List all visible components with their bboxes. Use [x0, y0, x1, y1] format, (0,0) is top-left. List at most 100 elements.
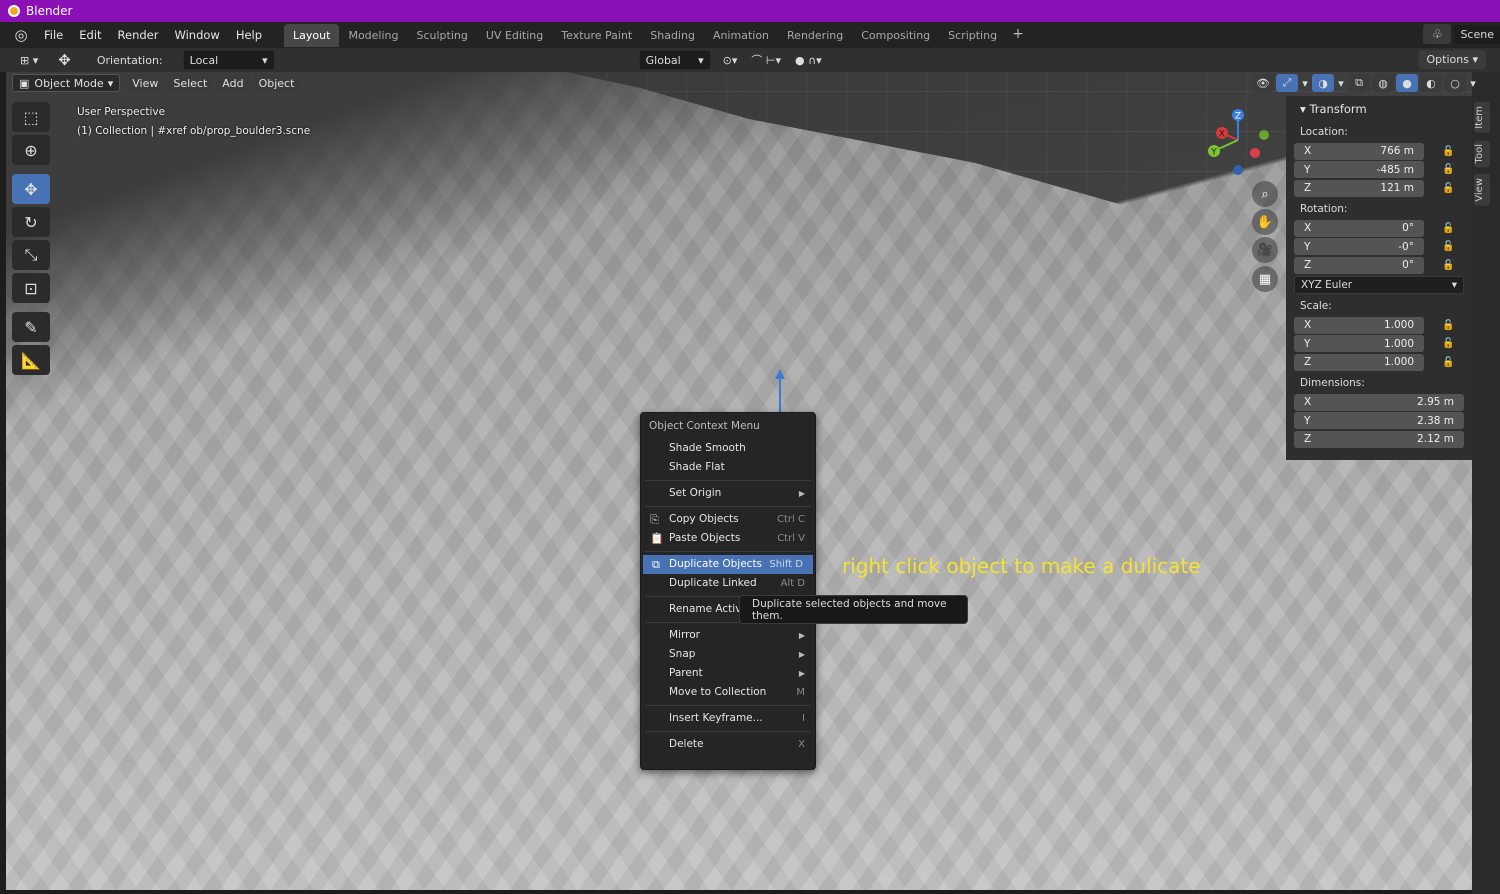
scale-z-field[interactable]: Z 1.000 [1294, 353, 1424, 371]
pan-hand-icon[interactable]: ✋ [1252, 209, 1278, 235]
location-x-field[interactable]: X 766 m [1294, 142, 1424, 160]
sidebar-tab-item[interactable]: Item [1474, 102, 1490, 133]
dimensions-z-field[interactable]: Z 2.12 m [1294, 430, 1464, 448]
menu-help[interactable]: Help [228, 28, 270, 42]
tab-sculpting[interactable]: Sculpting [408, 24, 477, 47]
blender-menu-icon[interactable]: ◎ [10, 24, 32, 46]
transform-title[interactable]: ▾ Transform [1300, 102, 1464, 116]
lock-icon[interactable]: 🔓 [1442, 260, 1456, 271]
lock-icon[interactable]: 🔓 [1442, 164, 1456, 175]
gizmo-toggle-icon[interactable]: ⤢ [1276, 74, 1298, 92]
menu-view[interactable]: View [126, 74, 165, 92]
menu-window[interactable]: Window [166, 28, 227, 42]
camera-icon[interactable]: 🎥 [1252, 237, 1278, 263]
lock-icon[interactable]: 🔓 [1442, 338, 1456, 349]
lock-icon[interactable]: 🔓 [1442, 223, 1456, 234]
location-z-field[interactable]: Z 121 m [1294, 179, 1424, 197]
scene-name[interactable]: Scene [1454, 24, 1500, 44]
menu-select[interactable]: Select [167, 74, 214, 92]
transform-icon[interactable]: ⊡ [12, 273, 50, 303]
tab-compositing[interactable]: Compositing [852, 24, 939, 47]
menu-edit[interactable]: Edit [71, 28, 109, 42]
proportional-editing-icon[interactable]: ● ∩▾ [789, 50, 828, 70]
rotation-x-field[interactable]: X 0° [1294, 219, 1424, 237]
chevron-down-icon[interactable]: ▾ [1336, 74, 1346, 92]
add-workspace-button[interactable]: + [1006, 24, 1030, 47]
menu-add[interactable]: Add [216, 74, 250, 92]
solid-shading-icon[interactable]: ● [1396, 74, 1418, 92]
dimensions-y-field[interactable]: Y 2.38 m [1294, 412, 1464, 429]
tab-modeling[interactable]: Modeling [339, 24, 407, 47]
menu-item-set-origin[interactable]: Set Origin ▶ [641, 484, 815, 503]
zoom-icon[interactable]: ⌕ [1252, 181, 1278, 207]
chevron-down-icon[interactable]: ▾ [1468, 74, 1478, 92]
pivot-point-icon[interactable]: ⊙▾ [717, 50, 744, 70]
gizmo-neg-y[interactable] [1259, 130, 1269, 140]
snap-icon[interactable]: ⌒ ⊢▾ [745, 50, 787, 70]
menu-item-delete[interactable]: Delete X [641, 735, 815, 754]
cursor-icon[interactable]: ⊕ [12, 135, 50, 165]
scale-icon[interactable]: ⤡ [12, 240, 50, 270]
menu-file[interactable]: File [36, 28, 71, 42]
location-y-field[interactable]: Y -485 m [1294, 161, 1424, 178]
menu-item-paste-objects[interactable]: 📋 Paste Objects Ctrl V [641, 529, 815, 548]
tab-uv-editing[interactable]: UV Editing [477, 24, 552, 47]
scale-x-field[interactable]: X 1.000 [1294, 316, 1424, 334]
tab-shading[interactable]: Shading [641, 24, 704, 47]
orientation-dropdown[interactable]: Local ▾ [182, 50, 275, 70]
gizmo-neg-x[interactable] [1250, 148, 1260, 158]
move-icon[interactable]: ✥ [12, 174, 50, 204]
gizmo-neg-z[interactable] [1233, 165, 1243, 175]
material-shading-icon[interactable]: ◐ [1420, 74, 1442, 92]
menu-item-move-to-collection[interactable]: Move to Collection M [641, 683, 815, 702]
lock-icon[interactable]: 🔓 [1442, 241, 1456, 252]
dimensions-x-field[interactable]: X 2.95 m [1294, 393, 1464, 411]
menu-item-snap[interactable]: Snap ▶ [641, 645, 815, 664]
annotate-icon[interactable]: ✎ [12, 312, 50, 342]
rotate-icon[interactable]: ↻ [12, 207, 50, 237]
transform-orientation-dropdown[interactable]: Global ▾ [638, 50, 711, 70]
rotation-z-field[interactable]: Z 0° [1294, 256, 1424, 274]
sidebar-tab-tool[interactable]: Tool [1474, 140, 1490, 168]
menu-object[interactable]: Object [252, 74, 301, 92]
overlay-toggle-icon[interactable]: ◑ [1312, 74, 1334, 92]
editor-type-icon[interactable]: ⊞ ▾ [14, 50, 44, 70]
rotation-mode-dropdown[interactable]: XYZ Euler ▾ [1294, 276, 1464, 294]
select-box-icon[interactable]: ⬚ [12, 102, 50, 132]
menu-item-label: Shade Flat [669, 461, 725, 473]
xray-icon[interactable]: ⧉ [1348, 74, 1370, 92]
lock-icon[interactable]: 🔓 [1442, 146, 1456, 157]
mode-dropdown[interactable]: ▣ Object Mode ▾ [12, 74, 121, 92]
lock-icon[interactable]: 🔓 [1442, 183, 1456, 194]
options-dropdown[interactable]: Options ▾ [1418, 50, 1486, 69]
wireframe-shading-icon[interactable]: ◍ [1372, 74, 1394, 92]
sidebar-tab-view[interactable]: View [1474, 174, 1490, 206]
tab-animation[interactable]: Animation [704, 24, 778, 47]
scene-icon[interactable]: ♧ [1423, 24, 1452, 44]
tab-texture-paint[interactable]: Texture Paint [552, 24, 641, 47]
measure-icon[interactable]: 📐 [12, 345, 50, 375]
navigation-gizmo[interactable]: Z X Y [1198, 103, 1278, 183]
tab-rendering[interactable]: Rendering [778, 24, 852, 47]
menu-render[interactable]: Render [110, 28, 167, 42]
lock-icon[interactable]: 🔓 [1442, 357, 1456, 368]
move-tool-icon[interactable]: ✥ [52, 50, 77, 70]
menu-item-mirror[interactable]: Mirror ▶ [641, 626, 815, 645]
menu-item-duplicate-objects[interactable]: ⧉ Duplicate Objects Shift D [643, 555, 813, 574]
menu-item-insert-keyframe[interactable]: Insert Keyframe... I [641, 709, 815, 728]
scale-y-field[interactable]: Y 1.000 [1294, 335, 1424, 352]
menu-item-shade-smooth[interactable]: Shade Smooth [641, 439, 815, 458]
grid-view-icon[interactable]: ▦ [1252, 266, 1278, 292]
lock-icon[interactable]: 🔓 [1442, 320, 1456, 331]
rendered-shading-icon[interactable]: ○ [1444, 74, 1466, 92]
visibility-icon[interactable]: 👁 [1252, 74, 1274, 92]
menu-item-shade-flat[interactable]: Shade Flat [641, 458, 815, 477]
chevron-down-icon[interactable]: ▾ [1300, 74, 1310, 92]
tab-layout[interactable]: Layout [284, 23, 340, 47]
tab-scripting[interactable]: Scripting [939, 24, 1006, 47]
menu-item-copy-objects[interactable]: ⎘ Copy Objects Ctrl C [641, 510, 815, 529]
z-axis-arrow-icon[interactable] [775, 369, 785, 415]
rotation-y-field[interactable]: Y -0° [1294, 238, 1424, 255]
menu-item-duplicate-linked[interactable]: Duplicate Linked Alt D [641, 574, 815, 593]
menu-item-parent[interactable]: Parent ▶ [641, 664, 815, 683]
